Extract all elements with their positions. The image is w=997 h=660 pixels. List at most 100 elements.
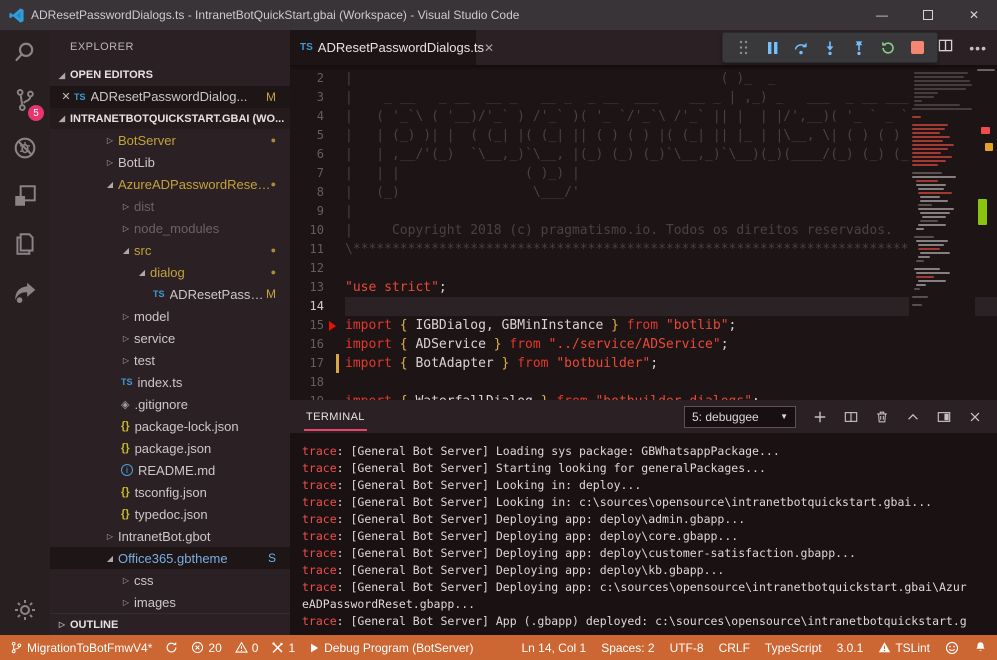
status-debug-program-botserver[interactable]: Debug Program (BotServer) [308, 641, 473, 655]
tree-item-css[interactable]: ▷css [50, 569, 290, 591]
tree-item-src[interactable]: ◢src● [50, 239, 290, 261]
code-line-5[interactable]: 5| | (_) )| | ( (_| |( (_| || ( ) ( ) |(… [290, 126, 997, 145]
source-control-button[interactable]: 5 [0, 78, 50, 126]
gutter-decoration [336, 221, 345, 240]
status-3-0-1[interactable]: 3.0.1 [837, 641, 864, 655]
code-text: | | (_) )| | ( (_| |( (_| || ( ) ( ) |( … [345, 126, 997, 145]
terminal-line: trace: [General Bot Server] Deploying ap… [302, 528, 985, 545]
code-line-12[interactable]: 12 [290, 259, 997, 278]
status-1[interactable]: 1 [271, 641, 295, 655]
tree-item-package-lock-json[interactable]: {}package-lock.json [50, 415, 290, 437]
code-line-3[interactable]: 3| _ __ _ __ __ _ __ _ _ __ ___ __ _ | ,… [290, 88, 997, 107]
code-line-13[interactable]: 13"use strict"; [290, 278, 997, 297]
drag-grip-icon[interactable] [732, 37, 754, 59]
tree-item-dist[interactable]: ▷dist [50, 195, 290, 217]
tree-item-package-json[interactable]: {}package.json [50, 437, 290, 459]
open-editors-header[interactable]: ◢ OPEN EDITORS [50, 64, 290, 86]
minimize-button[interactable]: — [859, 0, 905, 30]
step-out-button[interactable] [848, 37, 870, 59]
pause-button[interactable] [761, 37, 783, 59]
split-terminal-button[interactable] [844, 410, 858, 424]
close-panel-button[interactable] [968, 410, 982, 424]
tree-item-typedoc-json[interactable]: {}typedoc.json [50, 503, 290, 525]
move-panel-button[interactable] [937, 410, 951, 424]
code-line-9[interactable]: 9| [290, 202, 997, 221]
stop-icon [911, 41, 924, 54]
status-smiley[interactable] [945, 641, 959, 655]
search-button[interactable] [0, 30, 50, 78]
tab-close-icon[interactable]: ✕ [484, 41, 494, 55]
tree-item-botlib[interactable]: ▷BotLib [50, 151, 290, 173]
tab-adresetpassworddialogs[interactable]: TS ADResetPasswordDialogs.ts ✕ [290, 30, 476, 65]
minimap[interactable] [909, 65, 975, 400]
tree-item-readme-md[interactable]: iREADME.md [50, 459, 290, 481]
code-line-4[interactable]: 4| ( '_`\ ( '__)/'_` ) /'_` )( '_ `/'_`\… [290, 107, 997, 126]
terminal-instance-select[interactable]: 5: debuggee ▼ [684, 406, 796, 428]
workspace-folder-header[interactable]: ◢ INTRANETBOTQUICKSTART.GBAI (WO... [50, 108, 290, 130]
tree-item-office365-gbtheme[interactable]: ◢Office365.gbthemeS [50, 547, 290, 569]
step-over-button[interactable] [790, 37, 812, 59]
code-text: import { BotAdapter } from "botbuilder"; [345, 354, 997, 373]
code-line-11[interactable]: 11\*************************************… [290, 240, 997, 259]
stop-button[interactable] [906, 37, 928, 59]
code-line-7[interactable]: 7| | | ( )_) | [290, 164, 997, 183]
tree-item-botserver[interactable]: ▷BotServer● [50, 129, 290, 151]
tree-item-gitignore[interactable]: ◈.gitignore [50, 393, 290, 415]
step-into-button[interactable] [819, 37, 841, 59]
outline-header[interactable]: ▷ OUTLINE [50, 613, 290, 635]
code-text [345, 373, 997, 392]
code-line-15[interactable]: 15import { IGBDialog, GBMinInstance } fr… [290, 316, 997, 335]
close-icon[interactable]: ✕ [58, 90, 74, 103]
status-spaces-2[interactable]: Spaces: 2 [601, 641, 654, 655]
status-tslint[interactable]: TSLint [878, 641, 930, 655]
status-sync[interactable] [165, 641, 178, 654]
tree-item-images[interactable]: ▷images [50, 591, 290, 613]
tab-terminal[interactable]: TERMINAL [304, 402, 367, 431]
status-0[interactable]: 0 [235, 641, 259, 655]
code-line-10[interactable]: 10| Copyright 2018 (c) pragmatismo.io. T… [290, 221, 997, 240]
tree-item-service[interactable]: ▷service [50, 327, 290, 349]
code-editor[interactable]: 2| ( )_ _3| _ __ _ __ __ _ __ _ _ __ ___… [290, 65, 997, 400]
tree-item-test[interactable]: ▷test [50, 349, 290, 371]
status-migrationtobotfmwv4[interactable]: MigrationToBotFmwV4* [10, 641, 152, 655]
extensions-button[interactable] [0, 174, 50, 222]
split-editor-button[interactable] [938, 38, 953, 58]
debug-button[interactable] [0, 126, 50, 174]
tree-item-adresetpassworddial[interactable]: TSADResetPasswordDial...M [50, 283, 290, 305]
tree-item-index-ts[interactable]: TSindex.ts [50, 371, 290, 393]
code-line-18[interactable]: 18 [290, 373, 997, 392]
code-line-16[interactable]: 16import { ADService } from "../service/… [290, 335, 997, 354]
share-button[interactable] [0, 270, 50, 318]
status-20[interactable]: 20 [191, 641, 221, 655]
code-line-8[interactable]: 8| (_) \___/' [290, 183, 997, 202]
close-button[interactable]: ✕ [951, 0, 997, 30]
status-bell[interactable] [974, 641, 987, 654]
terminal-output[interactable]: trace: [General Bot Server] Loading sys … [290, 433, 997, 635]
kill-terminal-button[interactable] [875, 410, 889, 424]
maximize-button[interactable] [905, 0, 951, 30]
code-line-19[interactable]: 19import { WaterfallDialog } from "botbu… [290, 392, 997, 400]
code-line-2[interactable]: 2| ( )_ _ [290, 69, 997, 88]
tree-item-model[interactable]: ▷model [50, 305, 290, 327]
more-actions-button[interactable]: ••• [969, 40, 987, 56]
tree-item-intranetbot-gbot[interactable]: ▷IntranetBot.gbot [50, 525, 290, 547]
status-ln-14-col-1[interactable]: Ln 14, Col 1 [521, 641, 586, 655]
status-typescript[interactable]: TypeScript [765, 641, 822, 655]
settings-button[interactable] [0, 589, 50, 635]
sync-icon [165, 641, 178, 654]
overview-ruler[interactable] [975, 65, 997, 400]
documents-button[interactable] [0, 222, 50, 270]
tree-item-dialog[interactable]: ◢dialog● [50, 261, 290, 283]
code-line-6[interactable]: 6| | ,__/'(_) `\__,_)`\__, |(_) (_) (_)`… [290, 145, 997, 164]
tree-item-tsconfig-json[interactable]: {}tsconfig.json [50, 481, 290, 503]
code-line-14[interactable]: 14 [290, 297, 997, 316]
tree-item-node-modules[interactable]: ▷node_modules [50, 217, 290, 239]
status-crlf[interactable]: CRLF [719, 641, 750, 655]
tree-item-azureadpasswordreset-gba[interactable]: ◢AzureADPasswordReset.gba...● [50, 173, 290, 195]
new-terminal-button[interactable] [813, 410, 827, 424]
restart-button[interactable] [877, 37, 899, 59]
status-utf-8[interactable]: UTF-8 [670, 641, 704, 655]
open-editor-item[interactable]: ✕ TS ADResetPasswordDialog... M [50, 86, 290, 108]
code-line-17[interactable]: 17import { BotAdapter } from "botbuilder… [290, 354, 997, 373]
maximize-panel-button[interactable] [906, 410, 920, 424]
